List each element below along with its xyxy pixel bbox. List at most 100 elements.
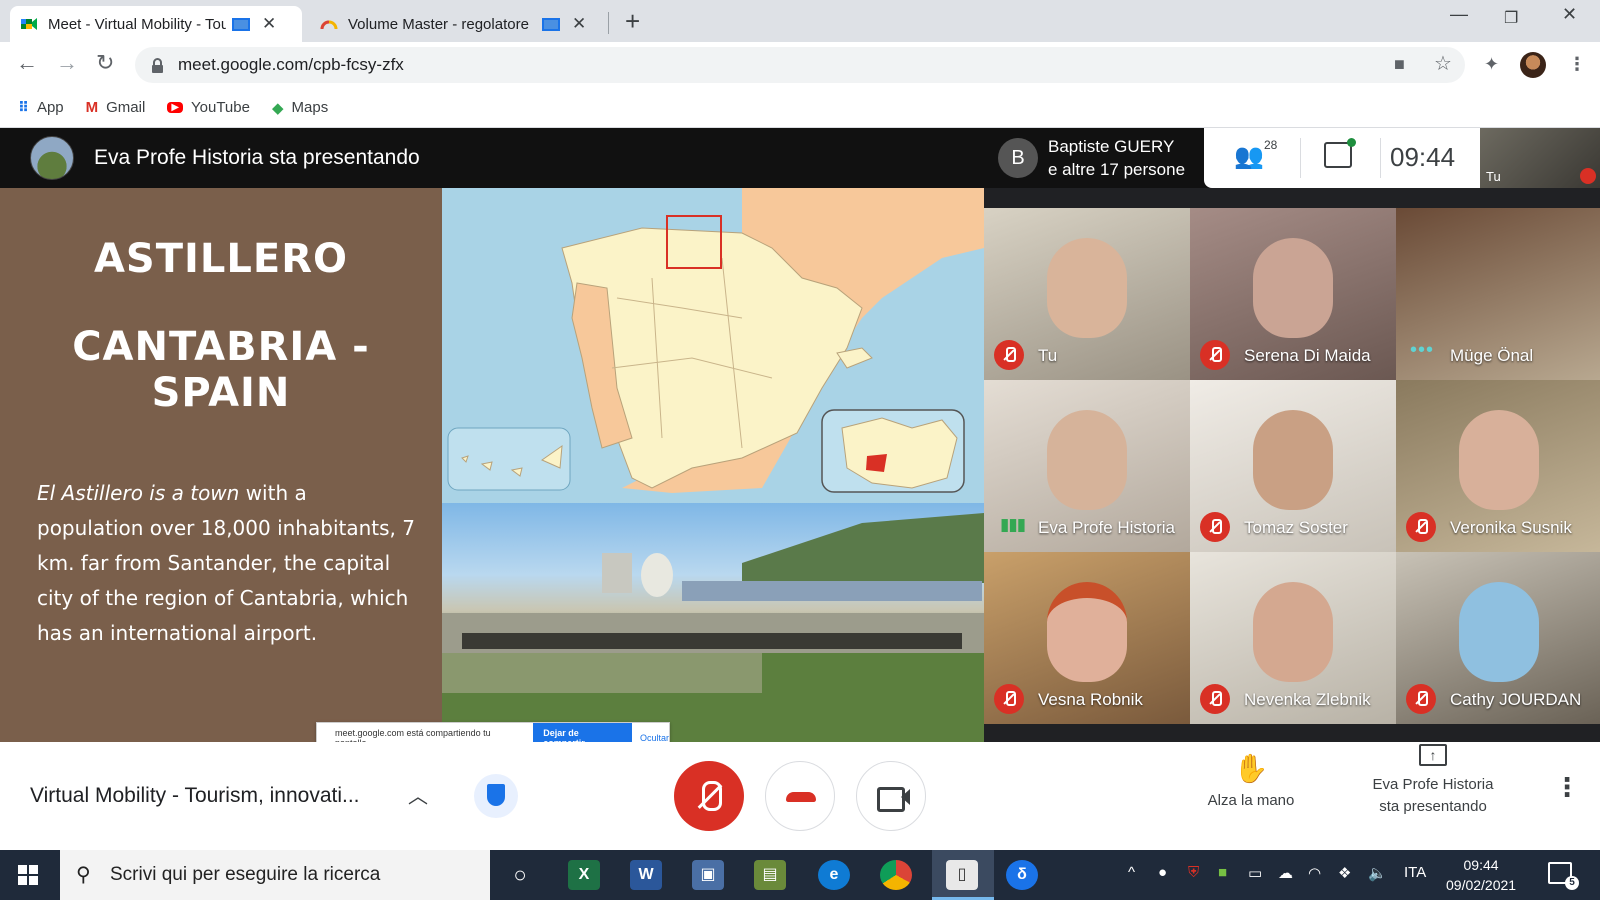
participant-tile[interactable]: Cathy JOURDAN <box>1396 552 1600 724</box>
camera-toggle-button[interactable] <box>856 761 926 831</box>
lock-icon <box>152 57 163 73</box>
minimize-icon[interactable]: — <box>1450 4 1468 25</box>
delta-icon[interactable]: δ <box>1006 860 1038 890</box>
photo-illustration <box>442 513 984 742</box>
muted-mic-icon <box>1406 512 1436 542</box>
close-window-icon[interactable]: ✕ <box>1562 4 1577 25</box>
volume-icon[interactable]: 🔈 <box>1368 864 1387 882</box>
windows-start-icon[interactable] <box>18 865 38 885</box>
participant-tile[interactable]: Serena Di Maida <box>1190 208 1396 380</box>
clock-date: 09/02/2021 <box>1446 877 1517 893</box>
leave-call-button[interactable] <box>765 761 835 831</box>
microphone-toggle-button[interactable] <box>674 761 744 831</box>
app-icon[interactable]: ▣ <box>692 860 724 890</box>
people-icon[interactable]: 👥 <box>1234 142 1264 171</box>
meeting-title[interactable]: Virtual Mobility - Tourism, innovati... <box>30 784 360 808</box>
tab-meet[interactable]: Meet - Virtual Mobility - Tou ✕ <box>10 6 302 42</box>
host-controls-shield-icon[interactable] <box>474 774 518 818</box>
document-icon[interactable]: ▯ <box>946 860 978 890</box>
divider <box>1380 138 1381 178</box>
bookmark-app[interactable]: ⠿ App <box>18 99 64 116</box>
close-tab-icon[interactable]: ✕ <box>262 14 276 34</box>
meet-top-right: B Baptiste GUERY e altre 17 persone 👥 28… <box>984 128 1600 188</box>
meet-control-bar: Virtual Mobility - Tourism, innovati... … <box>0 742 1600 850</box>
bookmark-maps[interactable]: ◆ Maps <box>272 99 328 117</box>
spain-map-image <box>442 188 984 503</box>
slide-subtitle: CANTABRIA - SPAIN <box>0 324 442 416</box>
chat-icon[interactable] <box>1324 138 1356 168</box>
participant-video <box>1253 582 1333 682</box>
participant-video <box>1459 410 1539 510</box>
url-text: meet.google.com/cpb-fcsy-zfx <box>178 55 404 74</box>
browser-tab-bar: Meet - Virtual Mobility - Tou ✕ Volume M… <box>0 0 1600 42</box>
antivirus-icon[interactable]: ⛨ <box>1188 864 1199 881</box>
participant-name: Tu <box>1038 346 1058 365</box>
address-bar[interactable]: meet.google.com/cpb-fcsy-zfx <box>135 47 1465 83</box>
dropbox-icon[interactable]: ❖ <box>1338 864 1351 882</box>
more-options-icon[interactable]: ⋮ <box>1554 772 1580 803</box>
presenting-button[interactable]: ↑ Eva Profe Historia sta presentando <box>1358 742 1508 818</box>
wifi-icon[interactable]: ◠ <box>1308 864 1321 882</box>
battery-icon[interactable]: ▭ <box>1248 864 1262 882</box>
extensions-icon[interactable]: ✦ <box>1484 54 1499 75</box>
nvidia-icon[interactable]: ■ <box>1218 864 1227 881</box>
camera-in-use-icon[interactable]: ■ <box>1394 54 1405 75</box>
self-view-tile[interactable]: Tu <box>1480 128 1600 188</box>
map-illustration <box>447 188 984 493</box>
cloud-icon[interactable]: ☁ <box>1278 864 1293 882</box>
maps-icon: ◆ <box>271 99 284 117</box>
forward-icon[interactable]: → <box>56 50 78 76</box>
system-clock[interactable]: 09:44 09/02/2021 <box>1446 855 1516 895</box>
meet-stage: Eva Profe Historia sta presentando B Bap… <box>0 128 1600 754</box>
participant-tile[interactable]: Tomaz Soster <box>1190 380 1396 552</box>
profile-avatar[interactable] <box>1520 52 1546 78</box>
muted-mic-icon <box>1580 168 1596 184</box>
language-indicator[interactable]: ITA <box>1404 864 1426 881</box>
participant-tile[interactable]: Nevenka Zlebnik <box>1190 552 1396 724</box>
participant-video <box>1047 410 1127 510</box>
taskbar-search[interactable]: ⚲ Scrivi qui per eseguire la ricerca <box>60 850 490 900</box>
shared-slide: ASTILLERO CANTABRIA - SPAIN El Astillero… <box>0 188 984 754</box>
muted-mic-icon <box>1406 684 1436 714</box>
chrome-menu-icon[interactable]: ⋮ <box>1568 54 1586 75</box>
participant-tile[interactable]: ••• Müge Önal <box>1396 208 1600 380</box>
participant-tile[interactable]: Vesna Robnik <box>984 552 1190 724</box>
image-viewer-icon[interactable]: ▤ <box>754 860 786 890</box>
tray-app-icon[interactable]: ● <box>1158 864 1167 881</box>
participant-name: Veronika Susnik <box>1450 518 1572 537</box>
participant-tile[interactable]: Veronika Susnik <box>1396 380 1600 552</box>
bookmark-star-icon[interactable]: ☆ <box>1434 51 1452 76</box>
chrome-icon[interactable] <box>880 860 912 890</box>
participant-name: Eva Profe Historia <box>1038 518 1175 537</box>
raise-hand-button[interactable]: ✋ Alza la mano <box>1196 752 1306 809</box>
close-tab-icon[interactable]: ✕ <box>572 14 586 34</box>
tab-title: Meet - Virtual Mobility - Tou <box>48 15 226 33</box>
excel-icon[interactable]: X <box>568 860 600 890</box>
back-icon[interactable]: ← <box>16 50 38 76</box>
reload-icon[interactable]: ↻ <box>96 50 114 76</box>
slide-subtitle-line1: CANTABRIA - <box>72 324 370 370</box>
gmail-icon: M <box>85 99 99 116</box>
google-meet-icon <box>21 18 37 30</box>
participant-video <box>1253 238 1333 338</box>
browser-toolbar: ← → ↻ meet.google.com/cpb-fcsy-zfx ■ ☆ ✦… <box>0 42 1600 88</box>
participant-tile[interactable]: Tu <box>984 208 1190 380</box>
new-tab-button[interactable]: + <box>625 6 640 37</box>
word-icon[interactable]: W <box>630 860 662 890</box>
bookmark-youtube[interactable]: ▶ YouTube <box>167 99 250 116</box>
restore-icon[interactable]: ❐ <box>1504 8 1518 28</box>
muted-mic-icon <box>1200 512 1230 542</box>
muted-mic-icon <box>994 340 1024 370</box>
raise-hand-label: Alza la mano <box>1207 792 1295 809</box>
hand-icon: ✋ <box>1233 753 1269 784</box>
tab-volume-master[interactable]: Volume Master - regolatore ✕ <box>310 6 600 42</box>
screen-share-indicator-icon <box>232 17 250 31</box>
cortana-icon[interactable]: ○ <box>504 860 536 890</box>
tray-chevron-icon[interactable]: ^ <box>1128 864 1135 881</box>
edge-icon[interactable]: e <box>818 860 850 890</box>
chevron-up-icon[interactable]: ︿ <box>408 780 428 809</box>
bookmark-label: YouTube <box>191 99 250 116</box>
participant-tile[interactable]: ▮▮▮ Eva Profe Historia <box>984 380 1190 552</box>
bookmark-gmail[interactable]: M Gmail <box>86 99 146 116</box>
muted-mic-icon <box>994 684 1024 714</box>
